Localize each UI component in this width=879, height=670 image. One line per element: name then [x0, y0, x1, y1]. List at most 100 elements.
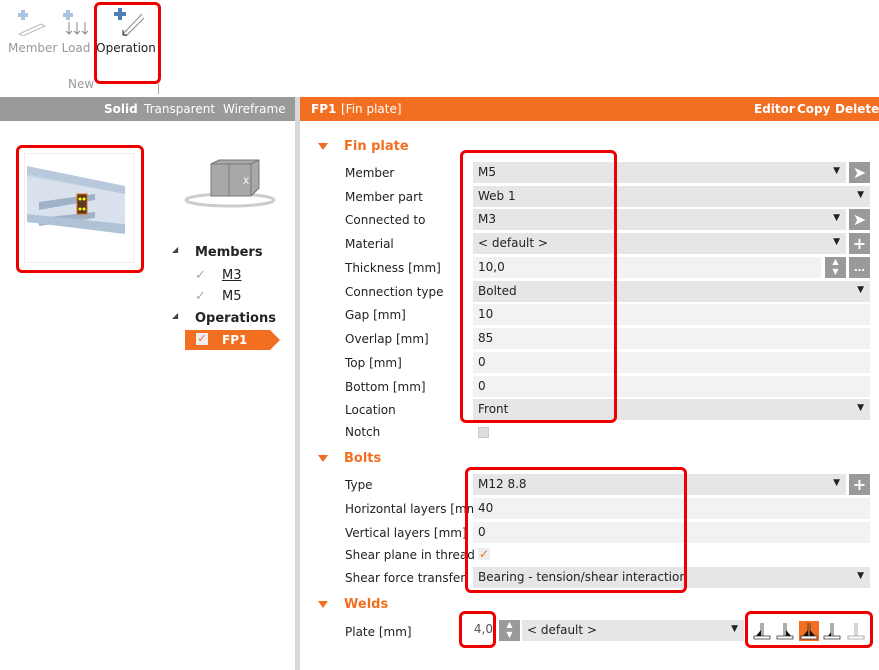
weld-material-value: < default > [527, 623, 597, 637]
collapse-members-icon[interactable]: ◢ [172, 245, 178, 254]
editor-button[interactable]: Editor [754, 102, 795, 116]
connection-type-select[interactable]: Bolted ▼ [473, 281, 870, 302]
chevron-down-icon: ▼ [833, 166, 840, 176]
material-value: < default > [478, 236, 548, 250]
vertical-layers-input[interactable]: 0 [473, 522, 870, 543]
chevron-down-icon: ▼ [833, 237, 840, 247]
material-label: Material [345, 237, 394, 251]
connection-type-value: Bolted [478, 284, 517, 298]
new-member-button[interactable]: Member [8, 8, 57, 55]
top-input[interactable]: 0 [473, 352, 870, 373]
chevron-down-icon: ▼ [833, 213, 840, 223]
member-part-label: Member part [345, 190, 423, 204]
view-transparent[interactable]: Transparent [144, 102, 215, 116]
pick-connected-button[interactable]: ➤ [849, 209, 870, 230]
tree-members-group[interactable]: Members [195, 245, 263, 260]
weld-material-select[interactable]: < default > ▼ [522, 620, 744, 641]
member-part-value: Web 1 [478, 189, 516, 203]
weld-type-right-icon[interactable] [775, 621, 795, 641]
gap-input[interactable]: 10 [473, 304, 870, 325]
horizontal-layers-label: Horizontal layers [mm] [345, 502, 483, 516]
thickness-value: 10,0 [478, 260, 505, 274]
weld-thickness-input[interactable]: 4,0 [465, 622, 493, 636]
overlap-input[interactable]: 85 [473, 328, 870, 349]
weld-type-left-partial-icon[interactable] [822, 621, 842, 641]
section-fin-plate[interactable]: Fin plate [318, 139, 409, 154]
section-title: Welds [344, 597, 389, 612]
chevron-down-icon: ▼ [833, 478, 840, 488]
connected-to-label: Connected to [345, 213, 426, 227]
connection-type-label: Connection type [345, 285, 444, 299]
m3-visibility-check-icon[interactable]: ✓ [195, 268, 206, 283]
chevron-down-icon: ▼ [857, 403, 864, 413]
shear-plane-checkbox[interactable]: ✓ [478, 548, 490, 560]
section-title: Fin plate [344, 139, 409, 154]
view-cube[interactable]: X [183, 158, 281, 210]
view-solid[interactable]: Solid [104, 102, 138, 116]
thickness-input[interactable]: 10,0 [473, 257, 821, 278]
notch-label: Notch [345, 425, 381, 439]
vertical-layers-label: Vertical layers [mm] [345, 526, 467, 540]
bolt-type-select[interactable]: M12 8.8 ▼ [473, 474, 846, 495]
model-thumbnail[interactable] [24, 153, 134, 263]
collapse-icon [318, 143, 328, 150]
top-value: 0 [478, 355, 486, 369]
weld-plate-label: Plate [mm] [345, 625, 412, 639]
horizontal-layers-input[interactable]: 40 [473, 498, 870, 519]
thickness-stepper[interactable]: ▲ ▼ [825, 257, 846, 278]
bolt-type-value: M12 8.8 [478, 477, 527, 491]
view-wireframe[interactable]: Wireframe [223, 102, 286, 116]
add-material-button[interactable]: + [849, 233, 870, 254]
horizontal-layers-value: 40 [478, 501, 494, 515]
weld-type-both-icon[interactable] [799, 621, 819, 641]
operation-header: FP1 [Fin plate] Editor Copy Delete [300, 97, 879, 121]
member-select[interactable]: M5 ▼ [473, 162, 846, 183]
weld-thickness-stepper[interactable]: ▲ ▼ [499, 620, 520, 641]
connected-to-value: M3 [478, 212, 496, 226]
view-mode-bar: Solid Transparent Wireframe [0, 97, 295, 121]
tree-operations-group[interactable]: Operations [195, 311, 276, 326]
new-operation-button[interactable]: Operation [96, 8, 156, 55]
collapse-icon [318, 601, 328, 608]
plus-icon: + [852, 234, 867, 253]
collapse-icon [318, 455, 328, 462]
model-3d-preview [27, 166, 125, 234]
m5-visibility-check-icon[interactable]: ✓ [195, 289, 206, 304]
weld-type-left-icon[interactable] [752, 621, 772, 641]
material-select[interactable]: < default > ▼ [473, 233, 846, 254]
section-welds[interactable]: Welds [318, 597, 388, 612]
copy-button[interactable]: Copy [797, 102, 830, 116]
shear-force-transfer-label: Shear force transfer [345, 571, 466, 585]
operation-type: [Fin plate] [341, 102, 402, 116]
location-value: Front [478, 402, 509, 416]
add-bolt-button[interactable]: + [849, 474, 870, 495]
overlap-value: 85 [478, 331, 494, 345]
bolt-type-label: Type [345, 478, 373, 492]
tree-item-fp1[interactable]: ✓ FP1 [185, 330, 280, 350]
panel-splitter[interactable] [295, 97, 300, 670]
gap-value: 10 [478, 307, 494, 321]
pick-member-button[interactable]: ➤ [849, 162, 870, 183]
connected-to-select[interactable]: M3 ▼ [473, 209, 846, 230]
section-bolts[interactable]: Bolts [318, 451, 381, 466]
cursor-icon: ➤ [852, 163, 867, 182]
delete-button[interactable]: Delete [835, 102, 879, 116]
new-load-button[interactable]: Load [58, 8, 94, 55]
bottom-value: 0 [478, 379, 486, 393]
location-select[interactable]: Front ▼ [473, 399, 870, 420]
shear-force-transfer-value: Bearing - tension/shear interaction [478, 570, 687, 584]
shear-plane-label: Shear plane in thread [345, 548, 475, 562]
top-label: Top [mm] [345, 356, 402, 370]
shear-force-transfer-select[interactable]: Bearing - tension/shear interaction ▼ [473, 567, 870, 588]
tree-item-m5[interactable]: M5 [222, 289, 242, 304]
member-part-select[interactable]: Web 1 ▼ [473, 186, 870, 207]
location-label: Location [345, 403, 396, 417]
notch-checkbox[interactable] [478, 427, 489, 438]
weld-type-none-icon[interactable] [846, 621, 866, 641]
collapse-operations-icon[interactable]: ◢ [172, 311, 178, 320]
bottom-input[interactable]: 0 [473, 376, 870, 397]
tree-item-m3[interactable]: M3 [222, 268, 242, 283]
member-icon [17, 10, 47, 37]
thickness-more-button[interactable]: … [849, 257, 870, 278]
fp1-checkbox[interactable]: ✓ [196, 333, 208, 345]
